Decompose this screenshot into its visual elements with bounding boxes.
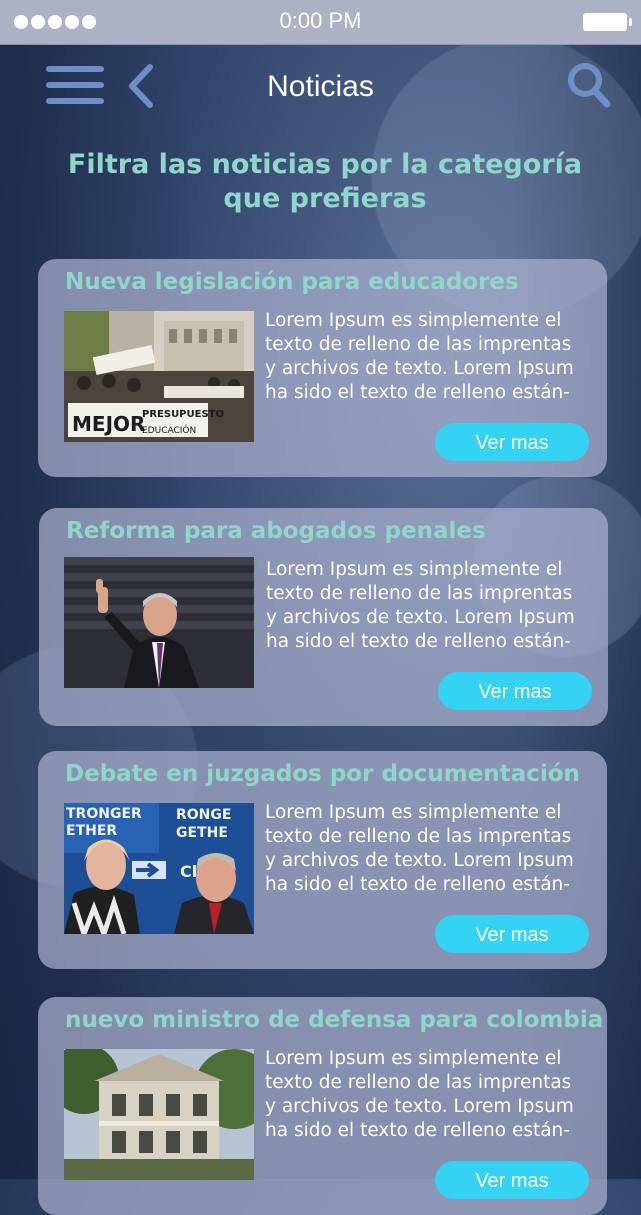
news-title: Nueva legislación para educadores: [65, 269, 519, 295]
news-image[interactable]: [64, 1049, 254, 1180]
ver-mas-button[interactable]: Ver mas: [438, 672, 592, 710]
news-card: Reforma para abogados penales Lorem Ipsu…: [39, 508, 608, 726]
news-card: nuevo ministro de defensa para colombia …: [38, 997, 607, 1215]
svg-text:GETHE: GETHE: [176, 825, 228, 841]
ver-mas-button[interactable]: Ver mas: [435, 423, 589, 461]
news-title: Reforma para abogados penales: [66, 518, 486, 544]
news-summary: Lorem Ipsum es simplemente el texto de r…: [265, 1048, 574, 1141]
news-card: Debate en juzgados por documentación TRO…: [38, 751, 607, 969]
ver-mas-button[interactable]: Ver mas: [435, 915, 589, 953]
search-icon[interactable]: [567, 62, 611, 112]
svg-text:MEJOR: MEJOR: [72, 412, 145, 436]
news-image[interactable]: MEJOR PRESUPUESTO EDUCACIÓN: [64, 311, 254, 442]
news-summary: Lorem Ipsum es simplemente el texto de r…: [265, 310, 574, 403]
status-time: 0:00 PM: [279, 8, 362, 33]
news-summary: Lorem Ipsum es simplemente el texto de r…: [265, 802, 574, 895]
status-bar: 0:00 PM: [0, 0, 641, 45]
news-title: Debate en juzgados por documentación: [65, 761, 580, 787]
svg-text:RONGE: RONGE: [176, 807, 231, 823]
nav-bar: Noticias: [0, 44, 641, 134]
svg-text:TRONGER: TRONGER: [66, 806, 142, 822]
svg-text:PRESUPUESTO: PRESUPUESTO: [142, 409, 224, 420]
news-image[interactable]: [64, 557, 254, 688]
news-card: Nueva legislación para educadores MEJOR …: [38, 259, 607, 477]
news-image[interactable]: TRONGER ETHER RONGE GETHE Clint: [64, 803, 254, 934]
svg-text:EDUCACIÓN: EDUCACIÓN: [142, 424, 196, 436]
news-title: nuevo ministro de defensa para colombia: [65, 1007, 604, 1033]
page-title: Noticias: [267, 70, 374, 103]
svg-text:ETHER: ETHER: [66, 823, 117, 839]
ver-mas-button[interactable]: Ver mas: [435, 1161, 589, 1199]
battery-icon: [583, 13, 632, 31]
news-summary: Lorem Ipsum es simplemente el texto de r…: [266, 559, 575, 652]
filter-heading: Filtra las noticias por la categoría que…: [67, 149, 583, 214]
